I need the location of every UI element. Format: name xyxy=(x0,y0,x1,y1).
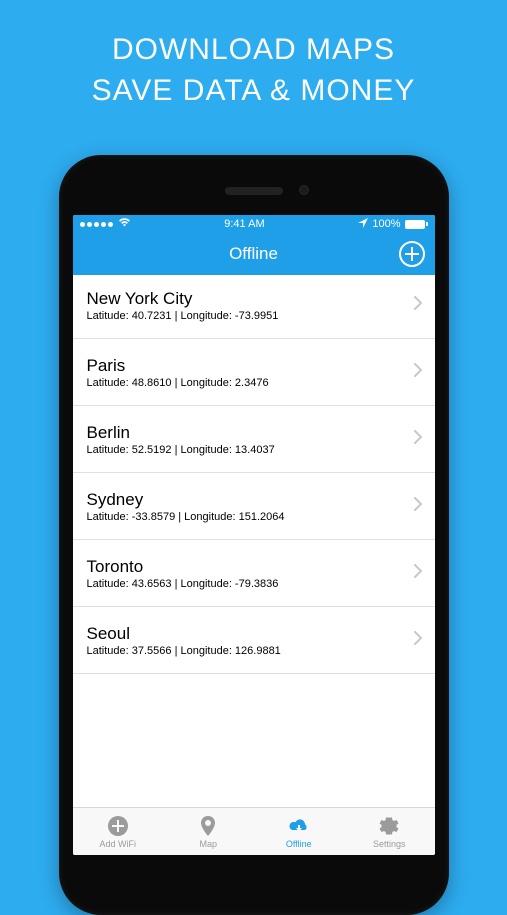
list-item-text: Berlin Latitude: 52.5192 | Longitude: 13… xyxy=(87,423,406,456)
battery-icon xyxy=(405,220,428,229)
phone-speaker xyxy=(225,187,283,195)
chevron-right-icon xyxy=(414,430,423,449)
map-pin-icon xyxy=(196,814,220,838)
app-screen: 9:41 AM 100% Offline New York City Latit… xyxy=(73,215,435,855)
list-item[interactable]: Berlin Latitude: 52.5192 | Longitude: 13… xyxy=(73,406,435,473)
wifi-icon xyxy=(118,218,131,230)
city-coords: Latitude: -33.8579 | Longitude: 151.2064 xyxy=(87,511,406,523)
tab-label: Map xyxy=(199,839,217,849)
phone-mockup: 9:41 AM 100% Offline New York City Latit… xyxy=(59,155,449,915)
tab-label: Settings xyxy=(373,839,406,849)
list-item[interactable]: Seoul Latitude: 37.5566 | Longitude: 126… xyxy=(73,607,435,674)
page-title: Offline xyxy=(229,244,278,264)
list-item[interactable]: Sydney Latitude: -33.8579 | Longitude: 1… xyxy=(73,473,435,540)
chevron-right-icon xyxy=(414,497,423,516)
city-coords: Latitude: 52.5192 | Longitude: 13.4037 xyxy=(87,444,406,456)
plus-icon xyxy=(405,247,419,261)
status-left xyxy=(80,218,131,230)
status-bar: 9:41 AM 100% xyxy=(73,215,435,233)
cloud-download-icon xyxy=(287,814,311,838)
list-item[interactable]: New York City Latitude: 40.7231 | Longit… xyxy=(73,275,435,339)
chevron-right-icon xyxy=(414,363,423,382)
phone-camera xyxy=(299,185,309,195)
add-button[interactable] xyxy=(399,241,425,267)
tab-label: Add WiFi xyxy=(99,839,136,849)
tab-map[interactable]: Map xyxy=(163,808,254,855)
list-item-text: Seoul Latitude: 37.5566 | Longitude: 126… xyxy=(87,624,406,657)
signal-strength-icon xyxy=(80,222,113,227)
tab-settings[interactable]: Settings xyxy=(344,808,435,855)
city-coords: Latitude: 43.6563 | Longitude: -79.3836 xyxy=(87,578,406,590)
tab-offline[interactable]: Offline xyxy=(254,808,345,855)
city-name: New York City xyxy=(87,289,406,309)
promo-heading: DOWNLOAD MAPS SAVE DATA & MONEY xyxy=(0,0,507,111)
list-item-text: New York City Latitude: 40.7231 | Longit… xyxy=(87,289,406,322)
list-item-text: Toronto Latitude: 43.6563 | Longitude: -… xyxy=(87,557,406,590)
city-coords: Latitude: 48.8610 | Longitude: 2.3476 xyxy=(87,377,406,389)
list-item-text: Paris Latitude: 48.8610 | Longitude: 2.3… xyxy=(87,356,406,389)
city-coords: Latitude: 37.5566 | Longitude: 126.9881 xyxy=(87,645,406,657)
city-name: Paris xyxy=(87,356,406,376)
city-name: Berlin xyxy=(87,423,406,443)
chevron-right-icon xyxy=(414,296,423,315)
gear-icon xyxy=(377,814,401,838)
navigation-bar: Offline xyxy=(73,233,435,275)
plus-circle-icon xyxy=(106,814,130,838)
list-item[interactable]: Toronto Latitude: 43.6563 | Longitude: -… xyxy=(73,540,435,607)
city-list: New York City Latitude: 40.7231 | Longit… xyxy=(73,275,435,807)
status-right: 100% xyxy=(358,218,427,231)
city-name: Seoul xyxy=(87,624,406,644)
tab-label: Offline xyxy=(286,839,312,849)
city-name: Toronto xyxy=(87,557,406,577)
chevron-right-icon xyxy=(414,564,423,583)
city-name: Sydney xyxy=(87,490,406,510)
battery-percent: 100% xyxy=(372,218,400,230)
list-item-text: Sydney Latitude: -33.8579 | Longitude: 1… xyxy=(87,490,406,523)
tab-bar: Add WiFi Map Offline Settings xyxy=(73,807,435,855)
location-icon xyxy=(358,218,368,231)
promo-line-2: SAVE DATA & MONEY xyxy=(0,71,507,112)
tab-add-wifi[interactable]: Add WiFi xyxy=(73,808,164,855)
status-time: 9:41 AM xyxy=(224,218,264,230)
chevron-right-icon xyxy=(414,631,423,650)
city-coords: Latitude: 40.7231 | Longitude: -73.9951 xyxy=(87,310,406,322)
list-item[interactable]: Paris Latitude: 48.8610 | Longitude: 2.3… xyxy=(73,339,435,406)
promo-line-1: DOWNLOAD MAPS xyxy=(0,30,507,71)
